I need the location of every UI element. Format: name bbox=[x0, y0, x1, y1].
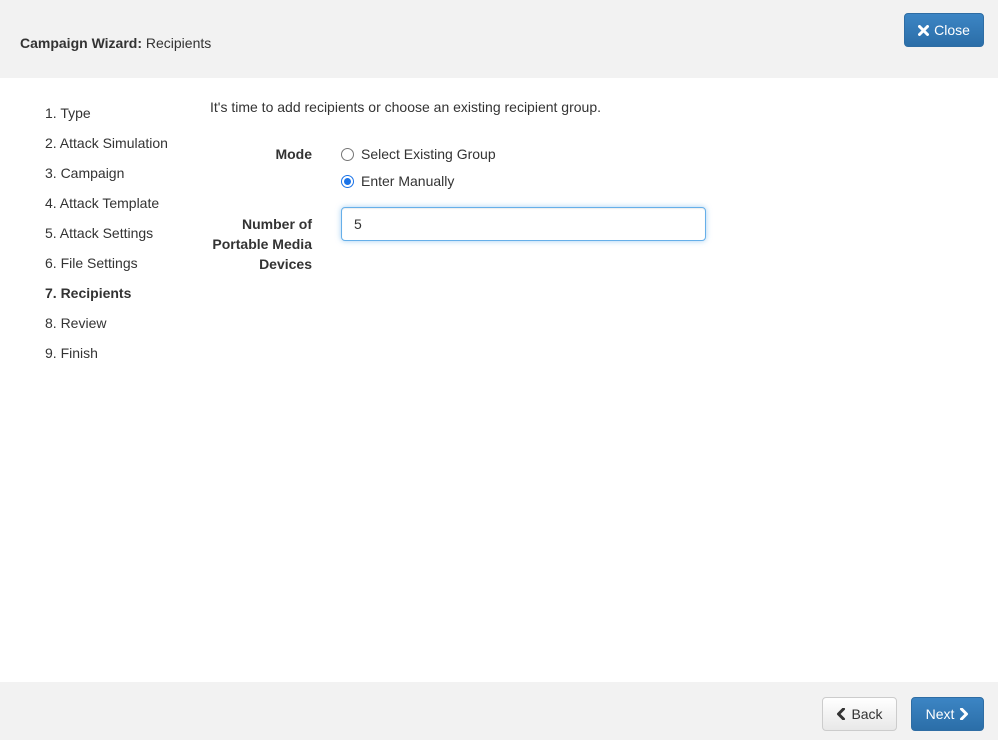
mode-option-enter-manually-label: Enter Manually bbox=[361, 173, 455, 189]
chevron-left-icon bbox=[836, 708, 846, 720]
wizard-header: Campaign Wizard: Recipients Close bbox=[0, 0, 998, 78]
page-title-prefix: Campaign Wizard: bbox=[20, 35, 142, 51]
back-button-label: Back bbox=[851, 706, 883, 722]
next-button-label: Next bbox=[925, 706, 955, 722]
step-item-file-settings: 6. File Settings bbox=[45, 255, 138, 271]
step-item-attack-settings: 5. Attack Settings bbox=[45, 225, 154, 241]
radio-button-enter-manually[interactable] bbox=[341, 174, 354, 188]
page-title-step: Recipients bbox=[145, 35, 212, 51]
mode-option-existing-group[interactable]: Select Existing Group bbox=[341, 146, 496, 162]
mode-label: Mode bbox=[275, 146, 312, 162]
mode-option-existing-group-label: Select Existing Group bbox=[361, 146, 496, 162]
wizard-steps: 1. Type 2. Attack Simulation 3. Campaign… bbox=[45, 104, 168, 374]
step-item-recipients: 7. Recipients bbox=[45, 285, 132, 301]
step-item-campaign: 3. Campaign bbox=[45, 165, 125, 181]
page-title: Campaign Wizard: Recipients bbox=[20, 35, 211, 51]
devices-label: Number of Portable Media Devices bbox=[212, 216, 312, 272]
chevron-right-icon bbox=[959, 708, 969, 720]
back-button[interactable]: Back bbox=[822, 697, 897, 731]
step-item-attack-simulation: 2. Attack Simulation bbox=[45, 135, 168, 151]
close-icon bbox=[918, 24, 930, 36]
radio-button-existing-group[interactable] bbox=[341, 147, 354, 161]
devices-count-input[interactable] bbox=[341, 207, 706, 241]
close-button[interactable]: Close bbox=[904, 13, 984, 47]
step-item-type: 1. Type bbox=[45, 105, 91, 121]
step-item-finish: 9. Finish bbox=[45, 345, 98, 361]
next-button[interactable]: Next bbox=[911, 697, 984, 731]
step-item-attack-template: 4. Attack Template bbox=[45, 195, 160, 211]
mode-option-enter-manually[interactable]: Enter Manually bbox=[341, 173, 454, 189]
step-item-review: 8. Review bbox=[45, 315, 107, 331]
intro-text: It's time to add recipients or choose an… bbox=[210, 99, 601, 115]
close-button-label: Close bbox=[934, 22, 970, 38]
